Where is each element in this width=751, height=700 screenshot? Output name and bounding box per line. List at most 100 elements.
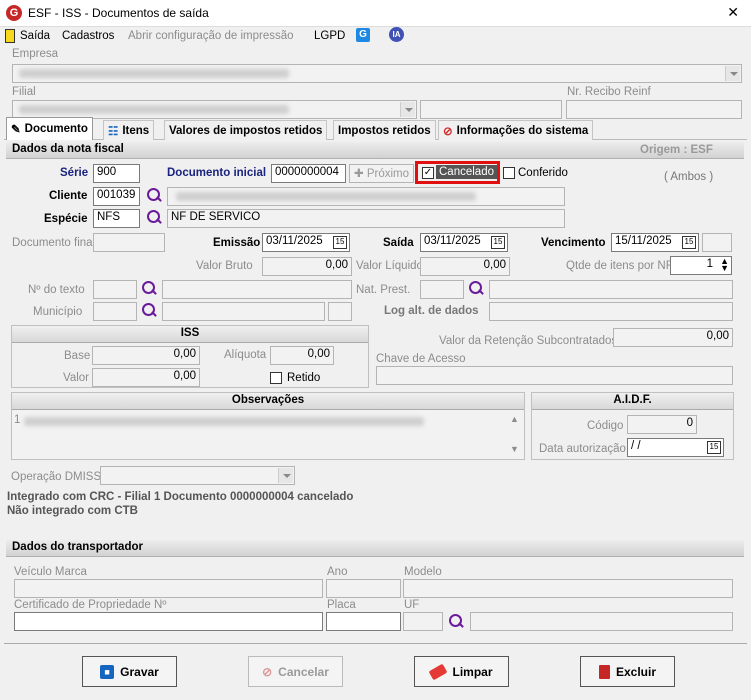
- obs-scroll-down-icon[interactable]: ▼: [510, 444, 519, 454]
- proximo-label: Próximo: [366, 168, 410, 180]
- filial-extra-field[interactable]: [420, 100, 562, 119]
- cliente-input[interactable]: 001039: [93, 187, 140, 206]
- excluir-button[interactable]: Excluir: [580, 656, 675, 687]
- transp-ano-label: Ano: [327, 566, 348, 578]
- cliente-search-icon[interactable]: [147, 188, 161, 202]
- transp-marca-field[interactable]: [14, 579, 323, 598]
- dmiss-select[interactable]: [100, 466, 295, 485]
- nota-header: Dados da nota fiscal: [6, 142, 744, 159]
- nr-texto-search-icon[interactable]: [142, 281, 156, 295]
- chave-field: [376, 366, 733, 385]
- transp-uf-label: UF: [404, 599, 420, 611]
- pencil-icon: ✎: [11, 124, 21, 136]
- calendar-icon[interactable]: 15: [707, 441, 721, 454]
- aidf-header: A.I.D.F.: [532, 393, 733, 410]
- limpar-button[interactable]: Limpar: [414, 656, 509, 687]
- tab-impostos-retidos[interactable]: Impostos retidos: [333, 120, 436, 140]
- window-title: ESF - ISS - Documentos de saída: [28, 6, 209, 20]
- menu-impressao[interactable]: Abrir configuração de impressão: [128, 30, 294, 42]
- doc-inicial-input[interactable]: 0000000004: [271, 164, 346, 183]
- vencimento-input[interactable]: 15/11/2025 15: [611, 233, 699, 252]
- spin-icon[interactable]: ▲ ▼: [720, 257, 729, 273]
- especie-search-icon[interactable]: [147, 210, 161, 224]
- conferido-checkbox[interactable]: [503, 167, 515, 179]
- menu-saida[interactable]: Saída: [20, 30, 50, 42]
- title-bar: G ESF - ISS - Documentos de saída ✕: [0, 0, 751, 27]
- calendar-icon[interactable]: 15: [333, 236, 347, 249]
- tab-documento[interactable]: ✎ Documento: [6, 117, 93, 140]
- iss-base-field: 0,00: [92, 346, 200, 365]
- tab-valores-impostos[interactable]: Valores de impostos retidos: [164, 120, 328, 140]
- obs-line-number: 1: [14, 414, 21, 426]
- municipio-desc: [162, 302, 325, 321]
- transp-uf-field[interactable]: [403, 612, 443, 631]
- serie-input[interactable]: 900: [93, 164, 140, 183]
- saida-label: Saída: [383, 237, 414, 249]
- recibo-field[interactable]: [566, 100, 742, 119]
- nota-header-text: Dados da nota fiscal: [12, 143, 124, 155]
- cliente-name-field: [167, 187, 565, 206]
- close-icon[interactable]: ✕: [727, 4, 739, 21]
- transp-modelo-field[interactable]: [403, 579, 733, 598]
- valor-bruto-label: Valor Bruto: [196, 260, 253, 272]
- menu-lgpd[interactable]: LGPD: [314, 30, 345, 42]
- transp-modelo-label: Modelo: [404, 566, 442, 578]
- transp-cert-label: Certificado de Propriedade Nº: [14, 599, 167, 611]
- aidf-data-label: Data autorização: [539, 443, 626, 455]
- aidf-data-input[interactable]: / / 15: [627, 438, 724, 457]
- especie-input[interactable]: NFS: [93, 209, 140, 228]
- info-icon: ⊘: [443, 125, 453, 138]
- doc-final-input[interactable]: [93, 233, 165, 252]
- menu-cadastros[interactable]: Cadastros: [62, 30, 114, 42]
- tab-itens-label: Itens: [122, 124, 150, 137]
- transp-cert-field[interactable]: [14, 612, 323, 631]
- recibo-label: Nr. Recibo Reinf: [567, 86, 651, 98]
- iss-aliquota-field[interactable]: 0,00: [270, 346, 334, 365]
- divider: [4, 643, 747, 644]
- empresa-select[interactable]: [12, 64, 742, 83]
- transp-ano-field[interactable]: [326, 579, 401, 598]
- qtde-spinner[interactable]: 1 ▲ ▼: [670, 256, 732, 275]
- obs-scroll-up-icon[interactable]: ▲: [510, 414, 519, 424]
- ia-button[interactable]: IA: [389, 27, 404, 42]
- calendar-icon[interactable]: 15: [491, 236, 505, 249]
- list-icon: ☷: [108, 125, 119, 138]
- gravar-button[interactable]: ■ Gravar: [82, 656, 177, 687]
- saida-input[interactable]: 03/11/2025 15: [420, 233, 508, 252]
- emissao-label: Emissão: [213, 237, 261, 249]
- iss-valor-field: 0,00: [92, 368, 200, 387]
- iss-valor-label: Valor: [63, 372, 89, 384]
- vencimento-label: Vencimento: [541, 237, 606, 249]
- obs-text: [24, 417, 424, 426]
- trash-icon: [598, 664, 610, 679]
- transp-placa-field[interactable]: [326, 612, 401, 631]
- emissao-input[interactable]: 03/11/2025 15: [262, 233, 350, 252]
- gravar-label: Gravar: [120, 664, 159, 679]
- iss-base-label: Base: [64, 350, 91, 362]
- municipio-search-icon[interactable]: [142, 303, 156, 317]
- emissao-value: 03/11/2025: [266, 235, 323, 247]
- proximo-button[interactable]: ✚ Próximo: [349, 164, 414, 183]
- cancelar-button[interactable]: ⊘ Cancelar: [248, 656, 343, 687]
- uf-search-icon[interactable]: [449, 614, 463, 628]
- nr-texto-label: Nº do texto: [28, 284, 85, 296]
- nat-prest-input[interactable]: [420, 280, 464, 299]
- ambos-label: ( Ambos ): [664, 171, 714, 183]
- nat-prest-search-icon[interactable]: [469, 281, 483, 295]
- chave-label: Chave de Acesso: [376, 353, 466, 365]
- transp-placa-label: Placa: [327, 599, 356, 611]
- municipio-input[interactable]: [93, 302, 137, 321]
- cancelado-checkbox[interactable]: ✓: [422, 167, 434, 179]
- cancel-icon: ⊘: [262, 664, 273, 679]
- g-icon[interactable]: G: [356, 28, 370, 42]
- serie-label: Série: [60, 167, 89, 179]
- nat-prest-label: Nat. Prest.: [356, 284, 411, 296]
- tab-info-sistema[interactable]: ⊘ Informações do sistema: [438, 120, 594, 140]
- calendar-icon[interactable]: 15: [682, 236, 696, 249]
- retido-checkbox[interactable]: [270, 372, 282, 384]
- iss-aliquota-label: Alíquota: [224, 349, 267, 361]
- tab-itens[interactable]: ☷ Itens: [103, 120, 155, 140]
- valor-liquido-label: Valor Líquido: [356, 260, 423, 272]
- nr-texto-input[interactable]: [93, 280, 137, 299]
- aidf-codigo-label: Código: [587, 420, 624, 432]
